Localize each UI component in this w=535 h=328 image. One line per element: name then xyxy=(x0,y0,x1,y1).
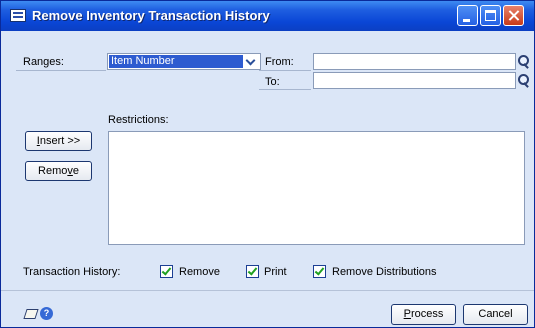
to-label: To: xyxy=(265,76,280,88)
ranges-underline xyxy=(16,70,106,71)
note-icon[interactable] xyxy=(23,309,39,319)
dialog-body: Ranges: Item Number From: To: Restrictio… xyxy=(1,31,534,327)
remove-checkbox[interactable] xyxy=(160,265,173,278)
window-doc-icon xyxy=(10,9,26,22)
restrictions-list[interactable] xyxy=(108,131,525,245)
to-underline xyxy=(259,89,311,90)
close-icon[interactable] xyxy=(503,5,524,26)
print-checkbox[interactable] xyxy=(246,265,259,278)
from-label: From: xyxy=(265,56,294,68)
chevron-down-icon[interactable] xyxy=(244,55,259,68)
print-checkbox-label: Print xyxy=(264,266,287,278)
process-button[interactable]: Process xyxy=(391,304,456,325)
maximize-icon[interactable] xyxy=(480,5,501,26)
transaction-history-label: Transaction History: xyxy=(23,266,121,278)
minimize-icon[interactable] xyxy=(457,5,478,26)
remove-label-end: e xyxy=(72,165,79,177)
remove-checkbox-label: Remove xyxy=(179,266,220,278)
from-input[interactable] xyxy=(313,53,516,70)
from-lookup-icon[interactable] xyxy=(517,55,530,68)
remove-label-start: Remo xyxy=(38,165,68,177)
to-input[interactable] xyxy=(313,72,516,89)
ranges-label: Ranges: xyxy=(23,56,64,68)
process-accel: P xyxy=(403,308,411,320)
ranges-select[interactable]: Item Number xyxy=(107,53,261,70)
remove-distributions-label: Remove Distributions xyxy=(332,266,437,278)
process-label: rocess xyxy=(410,308,444,320)
ranges-select-value: Item Number xyxy=(109,55,243,68)
from-underline xyxy=(259,70,311,71)
to-lookup-icon[interactable] xyxy=(517,74,530,87)
remove-button[interactable]: Remove xyxy=(25,161,92,181)
title-bar[interactable]: Remove Inventory Transaction History xyxy=(1,1,534,31)
insert-label: nsert >> xyxy=(39,135,81,147)
cancel-button[interactable]: Cancel xyxy=(463,304,528,325)
insert-button[interactable]: Insert >> xyxy=(25,131,92,151)
remove-distributions-checkbox[interactable] xyxy=(313,265,326,278)
footer-divider xyxy=(1,290,534,291)
help-icon[interactable]: ? xyxy=(40,307,53,320)
window: Remove Inventory Transaction History Ran… xyxy=(0,0,535,328)
restrictions-label: Restrictions: xyxy=(108,114,169,126)
window-title: Remove Inventory Transaction History xyxy=(32,8,270,23)
